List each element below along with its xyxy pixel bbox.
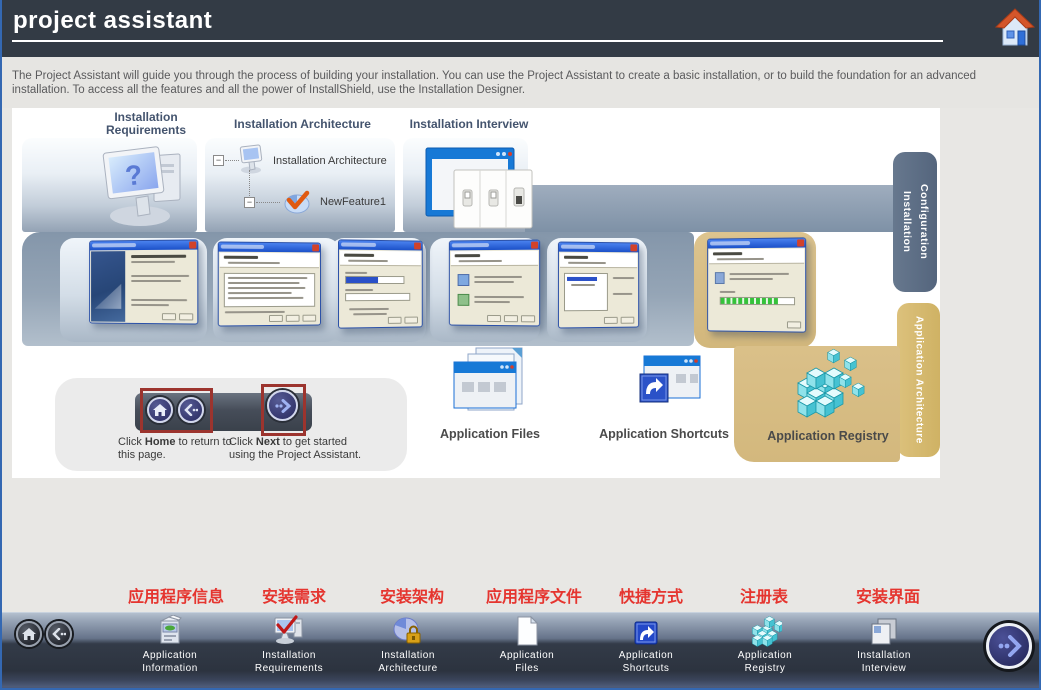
annotation-install-arch: 安装架构: [380, 583, 444, 607]
title-underline: [12, 40, 943, 42]
home-icon[interactable]: [994, 7, 1036, 49]
taskbar-item-application-information[interactable]: ApplicationInformation: [114, 613, 226, 675]
wizard-thumbnail-customer: [338, 239, 423, 328]
taskbar-item-application-files[interactable]: ApplicationFiles: [471, 613, 583, 675]
wizard-thumbnail-setup-type: [449, 240, 540, 327]
taskbar-home-button[interactable]: [16, 621, 42, 647]
tree-child-label: NewFeature1: [320, 196, 386, 208]
annotation-app-files: 应用程序文件: [486, 583, 582, 607]
heading-installation-architecture: Installation Architecture: [230, 118, 375, 131]
caption-home: Click Home to return to this page.: [118, 436, 232, 462]
project-assistant-window: project assistant The Project Assistant …: [0, 0, 1041, 690]
intro-section: The Project Assistant will guide you thr…: [0, 57, 1041, 108]
taskbar-item-installation-architecture[interactable]: InstallationArchitecture: [352, 613, 464, 675]
wizard-thumbnail-welcome: [89, 239, 198, 324]
taskbar-item-installation-requirements[interactable]: InstallationRequirements: [233, 613, 345, 675]
annotation-registry: 注册表: [740, 583, 788, 607]
annotation-app-info: 应用程序信息: [128, 583, 224, 607]
taskbar-item-label: InstallationRequirements: [233, 650, 345, 675]
taskbar-item-installation-interview[interactable]: InstallationInterview: [828, 613, 940, 675]
application-files-icon: [450, 346, 536, 419]
taskbar-item-label: InstallationInterview: [828, 650, 940, 675]
taskbar-item-label: ApplicationFiles: [471, 650, 583, 675]
tree-root-label: Installation Architecture: [273, 155, 387, 167]
tree-line: [225, 160, 239, 161]
application-files-label: Application Files: [432, 427, 548, 441]
app-info-icon: [114, 613, 226, 647]
annotation-shortcuts: 快捷方式: [619, 583, 683, 607]
wizard-thumbnail-installing: [707, 237, 806, 332]
tab-application-architecture[interactable]: Application Architecture: [897, 303, 940, 457]
tree-collapse-child: −: [244, 197, 255, 208]
wizard-thumbnail-features: [558, 242, 639, 329]
taskbar-item-label: ApplicationRegistry: [709, 650, 821, 675]
taskbar-item-application-registry[interactable]: ApplicationRegistry: [709, 613, 821, 675]
tree-line: [249, 170, 250, 200]
taskbar-item-label: ApplicationInformation: [114, 650, 226, 675]
pie-lock-icon: [352, 613, 464, 647]
computer-check-icon: [233, 613, 345, 647]
mini-next-button[interactable]: [267, 390, 298, 421]
slate-connector-band: [525, 185, 893, 232]
document-icon: [471, 613, 583, 647]
tree-collapse-root: −: [213, 155, 224, 166]
annotation-interview: 安装界面: [856, 583, 920, 607]
wizard-thumbnail-license: [218, 241, 321, 326]
tab-installation-configuration[interactable]: Installation Configuration: [893, 152, 937, 292]
intro-text: The Project Assistant will guide you thr…: [12, 70, 1024, 97]
application-registry-icon: [790, 344, 868, 431]
shortcut-arrow-icon: [590, 613, 702, 647]
mini-back-button[interactable]: [178, 397, 204, 423]
application-registry-label: Application Registry: [758, 429, 898, 443]
heading-installation-requirements: Installation Requirements: [86, 111, 206, 137]
header: project assistant: [0, 0, 1041, 57]
taskbar-next-button[interactable]: [986, 623, 1032, 669]
taskbar-item-label: InstallationArchitecture: [352, 650, 464, 675]
feature-pie-icon: [283, 188, 313, 221]
computer-question-icon: ?: [92, 142, 202, 230]
application-shortcuts-icon: [636, 354, 702, 419]
mini-home-button[interactable]: [147, 397, 173, 423]
interview-dialog-icon: [420, 146, 536, 236]
taskbar-back-button[interactable]: [46, 621, 72, 647]
application-shortcuts-label: Application Shortcuts: [598, 427, 730, 441]
window-panels-icon: [828, 613, 940, 647]
taskbar-item-application-shortcuts[interactable]: ApplicationShortcuts: [590, 613, 702, 675]
caption-next: Click Next to get started using the Proj…: [229, 436, 371, 462]
page-title: project assistant: [13, 7, 212, 35]
annotation-install-req: 安装需求: [262, 583, 326, 607]
heading-installation-interview: Installation Interview: [403, 118, 535, 131]
tree-line: [256, 202, 280, 203]
taskbar-item-label: ApplicationShortcuts: [590, 650, 702, 675]
registry-cubes-icon: [709, 613, 821, 647]
tree-computer-icon: [238, 144, 266, 179]
